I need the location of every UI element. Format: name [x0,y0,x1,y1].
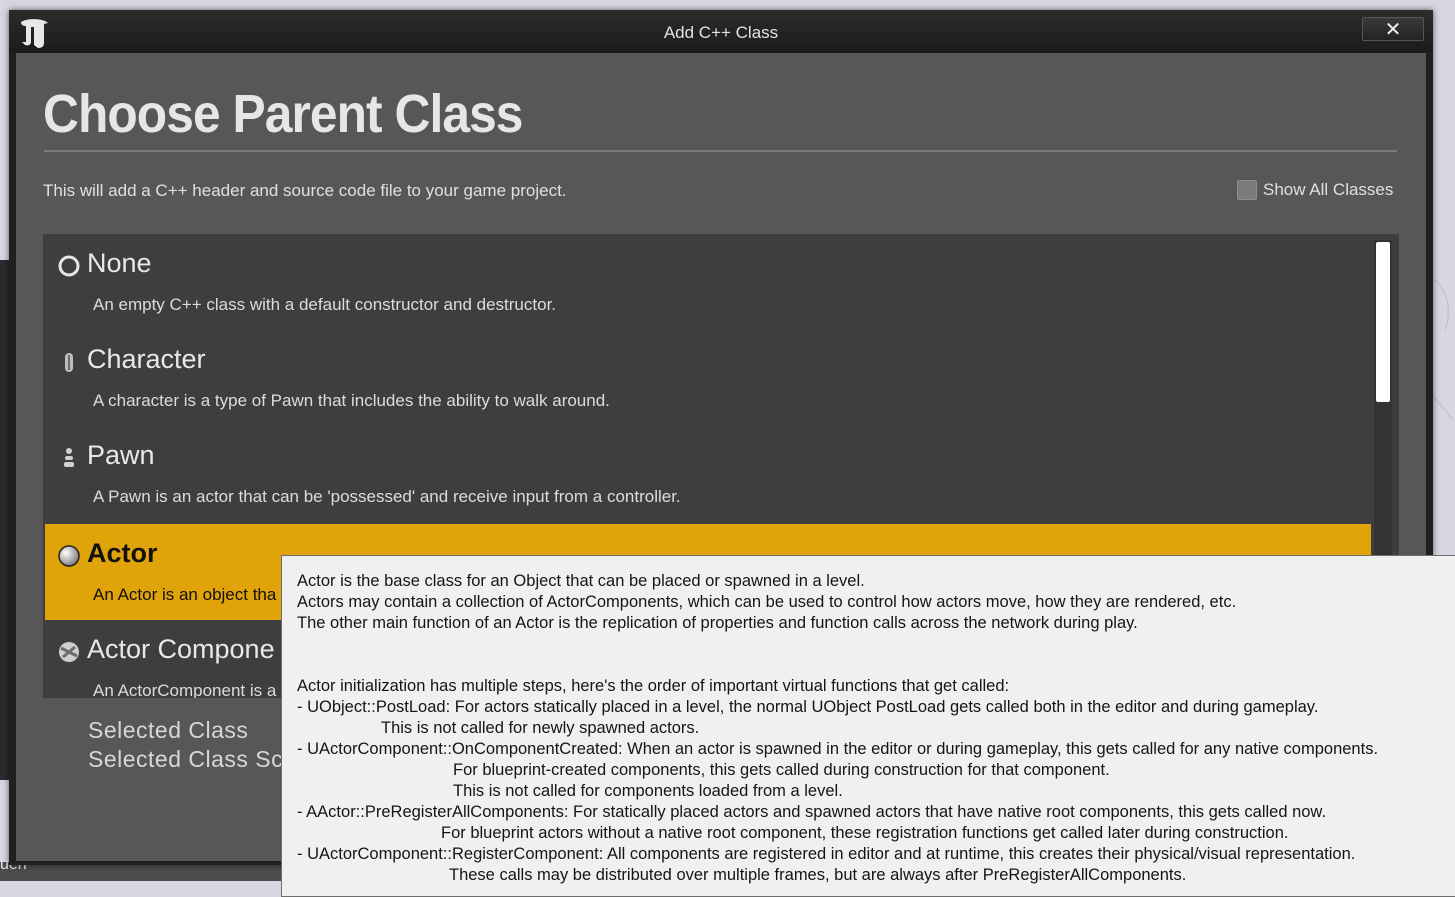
page-title: Choose Parent Class [43,84,523,144]
tooltip-line: - AActor::PreRegisterAllComponents: For … [297,803,1327,821]
character-icon [65,353,73,372]
tooltip-line: For blueprint actors without a native ro… [441,824,1289,842]
class-name: Character [87,344,206,374]
class-name: None [87,248,152,278]
show-all-classes-toggle[interactable]: Show All Classes [1237,180,1393,200]
selected-class-source-label: Selected Class Sc [88,746,284,772]
class-item-character[interactable]: Character A character is a type of Pawn … [45,330,1371,426]
class-description: A Pawn is an actor that can be 'possesse… [93,487,681,506]
actor-class-tooltip: Actor is the base class for an Object th… [281,555,1455,897]
tooltip-line: This is not called for components loaded… [453,782,843,800]
actor-sphere-icon [58,545,80,567]
show-all-classes-checkbox[interactable] [1237,180,1257,200]
class-name: Actor [87,538,158,568]
close-button[interactable]: ✕ [1362,17,1424,41]
class-item-none[interactable]: None An empty C++ class with a default c… [45,234,1371,330]
pawn-icon [64,448,74,467]
tooltip-line: This is not called for newly spawned act… [381,719,700,737]
window-title: Add C++ Class [663,23,779,42]
tooltip-line: For blueprint-created components, this g… [453,761,1110,779]
class-name: Pawn [87,440,155,470]
none-radio-icon [58,255,80,277]
show-all-classes-label: Show All Classes [1263,180,1394,199]
tooltip-line: Actor initialization has multiple steps,… [297,677,1010,695]
tooltip-line: Actor is the base class for an Object th… [297,572,865,590]
class-description: An Actor is an object tha [93,585,277,604]
page-description: This will add a C++ header and source co… [43,181,567,200]
actor-component-icon [59,642,79,662]
heading-divider [44,150,1397,152]
class-description: An ActorComponent is a [93,681,277,698]
tooltip-line: - UObject::PostLoad: For actors statical… [297,698,1319,716]
tooltip-line: - UActorComponent::OnComponentCreated: W… [297,740,1379,758]
tooltip-line: Actors may contain a collection of Actor… [297,593,1237,611]
selected-class-label: Selected Class [88,717,249,743]
list-scrollbar-thumb[interactable] [1376,242,1390,402]
tooltip-line: - UActorComponent::RegisterComponent: Al… [297,845,1356,863]
tooltip-line: The other main function of an Actor is t… [297,614,1138,632]
tooltip-line: These calls may be distributed over mult… [449,866,1187,884]
title-bar[interactable]: Add C++ Class ✕ [9,10,1433,53]
class-item-pawn[interactable]: Pawn A Pawn is an actor that can be 'pos… [45,426,1371,522]
class-description: A character is a type of Pawn that inclu… [93,391,610,410]
class-name: Actor Compone [87,634,275,664]
class-description: An empty C++ class with a default constr… [93,295,557,314]
